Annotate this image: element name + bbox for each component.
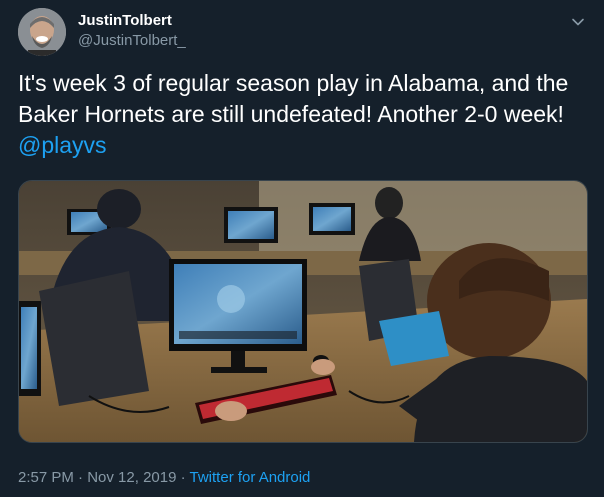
chevron-down-icon bbox=[572, 18, 584, 26]
meta-separator: · bbox=[176, 469, 190, 486]
meta-separator: · bbox=[73, 469, 88, 486]
avatar-image bbox=[18, 8, 66, 56]
tweet-body: It's week 3 of regular season play in Al… bbox=[18, 70, 569, 127]
tweet-meta: 2:57 PM · Nov 12, 2019 · Twitter for And… bbox=[18, 469, 310, 486]
tweet-source-link[interactable]: Twitter for Android bbox=[190, 469, 311, 486]
tweet-text: It's week 3 of regular season play in Al… bbox=[18, 68, 588, 161]
tweet-photo[interactable] bbox=[18, 180, 588, 443]
author-handle[interactable]: @JustinTolbert_ bbox=[78, 32, 186, 49]
photo-esports-lab bbox=[19, 181, 587, 442]
mention-link[interactable]: @playvs bbox=[18, 132, 107, 158]
author-display-name[interactable]: JustinTolbert bbox=[78, 12, 172, 29]
tweet-card: JustinTolbert @JustinTolbert_ It's week … bbox=[0, 0, 604, 497]
avatar[interactable] bbox=[18, 8, 66, 56]
tweet-time[interactable]: 2:57 PM bbox=[18, 469, 74, 486]
tweet-date[interactable]: Nov 12, 2019 bbox=[87, 469, 176, 486]
tweet-menu-button[interactable] bbox=[568, 12, 588, 32]
